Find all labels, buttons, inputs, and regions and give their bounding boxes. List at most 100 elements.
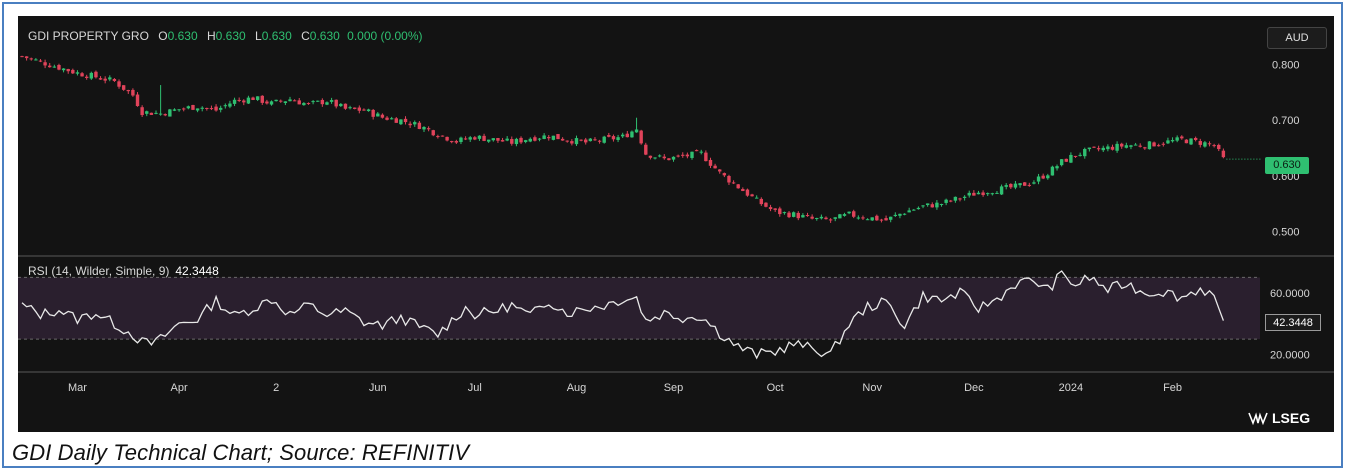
candle-body	[473, 137, 477, 140]
candle-body	[921, 205, 925, 207]
rsi-label[interactable]: RSI (14, Wilder, Simple, 9)	[28, 264, 169, 278]
candle-body	[579, 139, 583, 141]
candle-body	[1156, 145, 1161, 147]
candle-body	[292, 100, 297, 102]
candle-body	[1184, 139, 1189, 144]
candle-body	[514, 138, 519, 145]
candle-body	[158, 113, 163, 115]
candle-body	[1124, 145, 1129, 148]
candle-body	[195, 108, 200, 111]
candle-body	[306, 103, 311, 105]
rsi-y-tick: 20.0000	[1270, 350, 1310, 362]
candle-body	[218, 107, 223, 110]
candle-body	[1129, 145, 1133, 147]
candle-body	[135, 94, 140, 107]
candle-body	[912, 209, 916, 211]
candle-body	[1083, 148, 1087, 157]
candle-body	[376, 113, 380, 117]
candle-body	[828, 219, 833, 221]
candle-body	[242, 100, 246, 103]
candle-body	[962, 196, 967, 198]
currency-button[interactable]: AUD	[1267, 27, 1327, 49]
candle-body	[182, 108, 186, 110]
candle-body	[440, 135, 445, 137]
candle-body	[1078, 154, 1082, 156]
candle-body	[616, 137, 620, 140]
candle-body	[103, 78, 107, 81]
candle-body	[833, 217, 837, 219]
candle-body	[547, 137, 551, 139]
candle-body	[140, 107, 144, 116]
candle-body	[316, 100, 320, 102]
candle-body	[1193, 137, 1198, 140]
candle-body	[888, 216, 893, 220]
candle-body	[754, 197, 759, 199]
candle-body	[856, 217, 861, 219]
candle-body	[121, 85, 126, 90]
rsi-last-tag: 42.3448	[1265, 314, 1321, 331]
rsi-header: RSI (14, Wilder, Simple, 9) 42.3448	[28, 264, 219, 278]
x-tick: Dec	[964, 382, 984, 394]
candle-body	[625, 133, 630, 138]
candle-body	[1106, 146, 1110, 150]
candle-body	[283, 101, 288, 104]
candle-body	[995, 192, 999, 194]
candle-body	[731, 182, 736, 184]
candle-body	[246, 97, 251, 104]
symbol-name[interactable]: GDI PROPERTY GRO	[28, 29, 149, 43]
candle-body	[385, 117, 389, 120]
candle-body	[131, 89, 135, 96]
candle-body	[916, 207, 921, 210]
candle-body	[43, 62, 47, 66]
candle-body	[1203, 142, 1207, 147]
candle-body	[66, 69, 70, 72]
candle-body	[260, 95, 264, 103]
candle-body	[329, 100, 334, 102]
candle-body	[611, 136, 616, 140]
candle-body	[126, 90, 130, 92]
candle-body	[209, 108, 214, 110]
candle-body	[1073, 155, 1078, 157]
candle-body	[71, 69, 75, 74]
candle-body	[408, 123, 412, 126]
candle-body	[500, 140, 505, 142]
candle-body	[542, 135, 546, 139]
candle-body	[145, 111, 149, 114]
candle-body	[644, 144, 648, 155]
candle-body	[939, 204, 944, 206]
candle-body	[431, 130, 435, 136]
candle-body	[80, 73, 84, 77]
candle-body	[426, 128, 431, 130]
candle-body	[163, 114, 167, 116]
candle-body	[745, 189, 750, 196]
candle-body	[685, 154, 690, 157]
close-value: 0.630	[309, 29, 340, 43]
low-key: L	[255, 29, 262, 43]
candle-body	[279, 100, 283, 102]
candle-body	[879, 219, 884, 221]
rsi-current-value: 42.3448	[175, 264, 219, 278]
candle-body	[949, 200, 953, 202]
candle-body	[533, 137, 537, 141]
candle-body	[1147, 141, 1152, 150]
candle-body	[214, 106, 218, 111]
x-tick: Aug	[567, 382, 587, 394]
candle-body	[251, 97, 255, 100]
candle-body	[343, 103, 348, 109]
candle-body	[265, 101, 269, 104]
candle-body	[108, 77, 112, 80]
candle-body	[967, 192, 971, 196]
candle-body	[667, 158, 671, 161]
candle-body	[205, 107, 209, 109]
candle-body	[676, 155, 680, 157]
candle-body	[1175, 137, 1179, 141]
candle-body	[1133, 144, 1138, 146]
candle-body	[796, 212, 800, 219]
last-price-tag: 0.630	[1265, 157, 1309, 174]
candle-body	[1180, 136, 1184, 139]
candle-body	[778, 208, 782, 215]
candle-body	[232, 99, 237, 104]
candle-body	[325, 102, 329, 105]
candle-body	[565, 140, 569, 142]
candle-body	[20, 56, 24, 58]
